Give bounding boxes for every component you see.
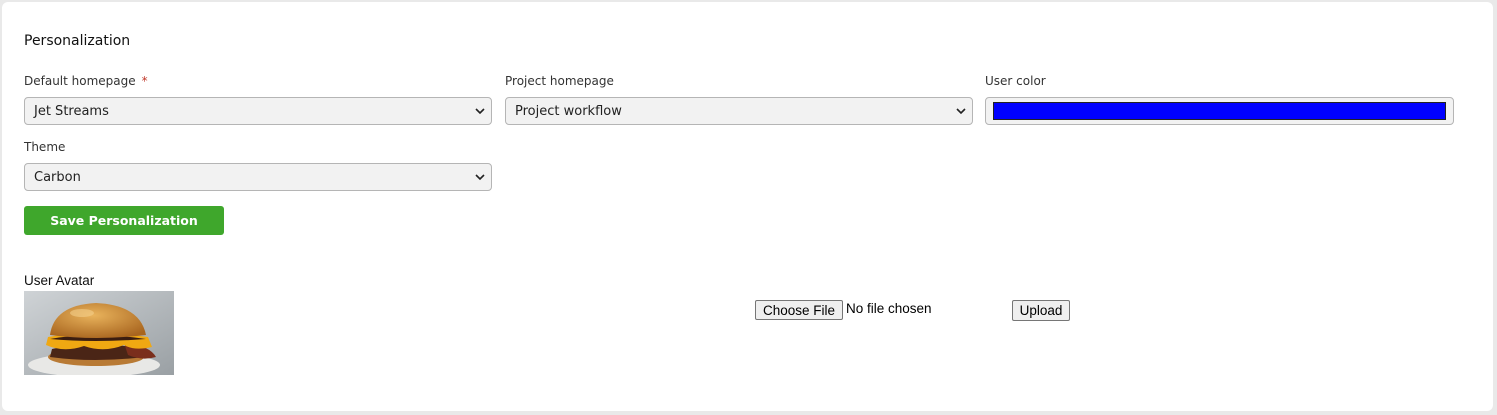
- project-homepage-value: Project workflow: [515, 103, 622, 119]
- personalization-panel: Personalization Default homepage * Jet St…: [2, 2, 1493, 411]
- theme-select[interactable]: Carbon: [24, 163, 492, 191]
- user-color-swatch: [993, 102, 1446, 120]
- default-homepage-label: Default homepage *: [24, 74, 148, 88]
- section-title: Personalization: [24, 33, 131, 49]
- file-status-text: No file chosen: [846, 301, 932, 316]
- theme-value: Carbon: [34, 169, 81, 185]
- default-homepage-select[interactable]: Jet Streams: [24, 97, 492, 125]
- chevron-down-icon: [956, 108, 966, 115]
- avatar-image: [24, 291, 174, 375]
- theme-label: Theme: [24, 140, 66, 154]
- project-homepage-label: Project homepage: [505, 74, 614, 88]
- choose-file-button[interactable]: Choose File: [755, 300, 844, 320]
- upload-button[interactable]: Upload: [1012, 300, 1070, 321]
- user-color-input[interactable]: [985, 97, 1454, 125]
- chevron-down-icon: [475, 108, 485, 115]
- save-personalization-button[interactable]: Save Personalization: [24, 206, 224, 235]
- chevron-down-icon: [475, 174, 485, 181]
- default-homepage-value: Jet Streams: [34, 103, 109, 119]
- burger-photo: [24, 291, 174, 375]
- project-homepage-select[interactable]: Project workflow: [505, 97, 973, 125]
- default-homepage-label-text: Default homepage: [24, 74, 136, 88]
- user-color-label: User color: [985, 74, 1046, 88]
- user-avatar-label: User Avatar: [24, 273, 95, 288]
- required-marker: *: [141, 74, 148, 88]
